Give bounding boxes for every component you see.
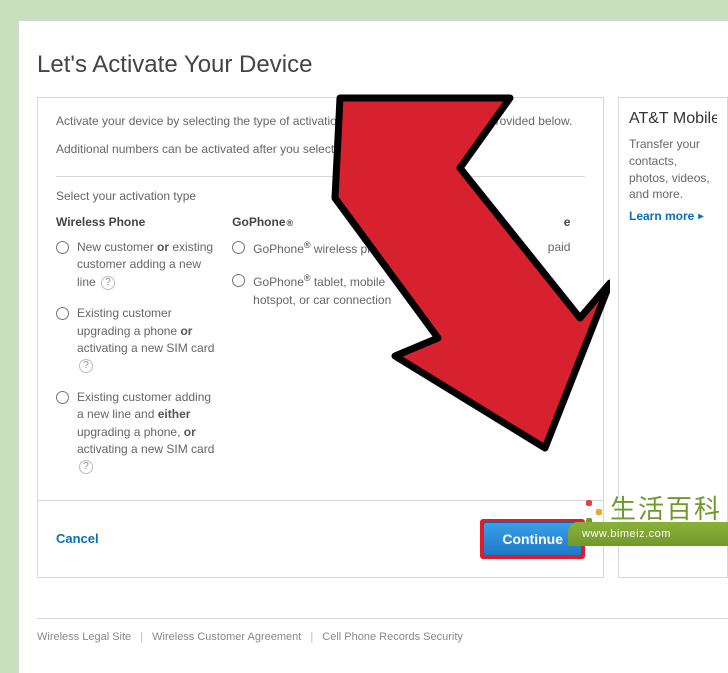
registered-icon: ® <box>304 273 311 283</box>
continue-highlight: Continue <box>480 519 585 559</box>
side-panel: AT&T Mobile Transfer your contacts, phot… <box>618 97 728 578</box>
activation-page: Let's Activate Your Device Activate your… <box>18 20 728 673</box>
option-gophone-wireless[interactable]: GoPhone® wireless phone <box>232 239 394 258</box>
footer-link-legal[interactable]: Wireless Legal Site <box>37 631 131 643</box>
divider <box>56 176 585 177</box>
option-gophone-tablet[interactable]: GoPhone® tablet, mobile hotspot, or car … <box>232 272 394 309</box>
registered-icon: ® <box>287 218 294 228</box>
radio-gophone-wireless[interactable] <box>232 241 245 254</box>
column-header-third: e <box>408 215 570 229</box>
option-text: New customer or existing customer adding… <box>77 239 218 291</box>
help-icon[interactable]: ? <box>79 460 93 474</box>
option-text: paid <box>408 239 570 256</box>
select-activation-label: Select your activation type <box>56 189 585 203</box>
continue-button[interactable]: Continue <box>483 522 582 556</box>
side-description: Transfer your contacts, photos, videos, … <box>629 136 717 203</box>
content-row: Activate your device by selecting the ty… <box>37 97 728 578</box>
intro-text: Activate your device by selecting the ty… <box>56 112 585 130</box>
footer-link-agreement[interactable]: Wireless Customer Agreement <box>152 631 301 643</box>
footer-link-records[interactable]: Cell Phone Records Security <box>322 631 463 643</box>
radio-existing-addline[interactable] <box>56 391 69 404</box>
side-title: AT&T Mobile <box>629 110 717 128</box>
intro2-prefix: Additional numbers can be activated afte… <box>56 142 338 156</box>
learn-more-text: Learn more <box>629 209 694 223</box>
intro-text-2: Additional numbers can be activated afte… <box>56 140 585 158</box>
intro2-keyword: Continue. <box>338 142 393 156</box>
column-wireless: Wireless Phone New customer or existing … <box>56 215 232 490</box>
button-row: Cancel Continue <box>38 500 603 577</box>
activation-columns: Wireless Phone New customer or existing … <box>56 215 585 490</box>
cancel-button[interactable]: Cancel <box>56 531 99 546</box>
option-existing-upgrade[interactable]: Existing customer upgrading a phone or a… <box>56 305 218 375</box>
learn-more-link[interactable]: Learn more ▸ <box>629 209 703 223</box>
help-icon[interactable]: ? <box>79 359 93 373</box>
gophone-header-text: GoPhone <box>232 215 285 229</box>
page-title: Let's Activate Your Device <box>37 51 728 79</box>
option-text: Existing customer adding a new line and … <box>77 389 218 476</box>
footer-links: Wireless Legal Site | Wireless Customer … <box>37 618 728 673</box>
column-gophone: GoPhone® GoPhone® wireless phone GoPhone… <box>232 215 408 490</box>
main-panel: Activate your device by selecting the ty… <box>37 97 604 578</box>
radio-existing-upgrade[interactable] <box>56 307 69 320</box>
option-text: Existing customer upgrading a phone or a… <box>77 305 218 375</box>
chevron-right-icon: ▸ <box>698 211 703 222</box>
option-text: GoPhone® wireless phone <box>253 239 394 258</box>
option-new-customer[interactable]: New customer or existing customer adding… <box>56 239 218 291</box>
registered-icon: ® <box>304 240 311 250</box>
help-icon[interactable]: ? <box>101 276 115 290</box>
column-third: e paid <box>408 215 584 490</box>
radio-new-customer[interactable] <box>56 241 69 254</box>
option-existing-addline[interactable]: Existing customer adding a new line and … <box>56 389 218 476</box>
footer-divider: | <box>310 631 313 643</box>
radio-gophone-tablet[interactable] <box>232 274 245 287</box>
third-header-text: e <box>564 215 571 229</box>
footer-divider: | <box>140 631 143 643</box>
option-third-paid[interactable]: paid <box>408 239 570 256</box>
column-header-gophone: GoPhone® <box>232 215 394 229</box>
option-text: GoPhone® tablet, mobile hotspot, or car … <box>253 272 394 309</box>
column-header-wireless: Wireless Phone <box>56 215 218 229</box>
